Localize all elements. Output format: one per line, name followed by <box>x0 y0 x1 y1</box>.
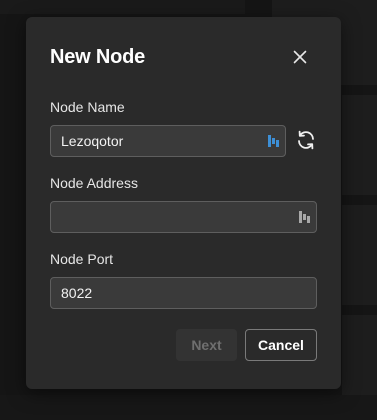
node-port-label: Node Port <box>50 251 114 267</box>
background-panel <box>342 95 377 195</box>
dialog-title: New Node <box>50 46 146 68</box>
next-button[interactable]: Next <box>176 329 237 361</box>
password-manager-icon[interactable] <box>298 210 312 224</box>
node-address-label: Node Address <box>50 175 138 191</box>
background-panel <box>342 205 377 305</box>
refresh-icon <box>298 130 314 150</box>
new-node-dialog: New Node Node Name Node Address Node Por… <box>26 17 341 389</box>
close-button[interactable] <box>288 45 312 69</box>
cancel-button[interactable]: Cancel <box>245 329 317 361</box>
node-name-input[interactable] <box>50 125 286 157</box>
regenerate-name-button[interactable] <box>294 128 318 152</box>
password-manager-icon[interactable] <box>267 134 281 148</box>
close-icon <box>293 50 307 64</box>
node-port-input[interactable] <box>50 277 317 309</box>
node-address-input[interactable] <box>50 201 317 233</box>
node-name-label: Node Name <box>50 99 125 115</box>
background-panel <box>0 0 245 14</box>
background-panel <box>0 395 377 420</box>
